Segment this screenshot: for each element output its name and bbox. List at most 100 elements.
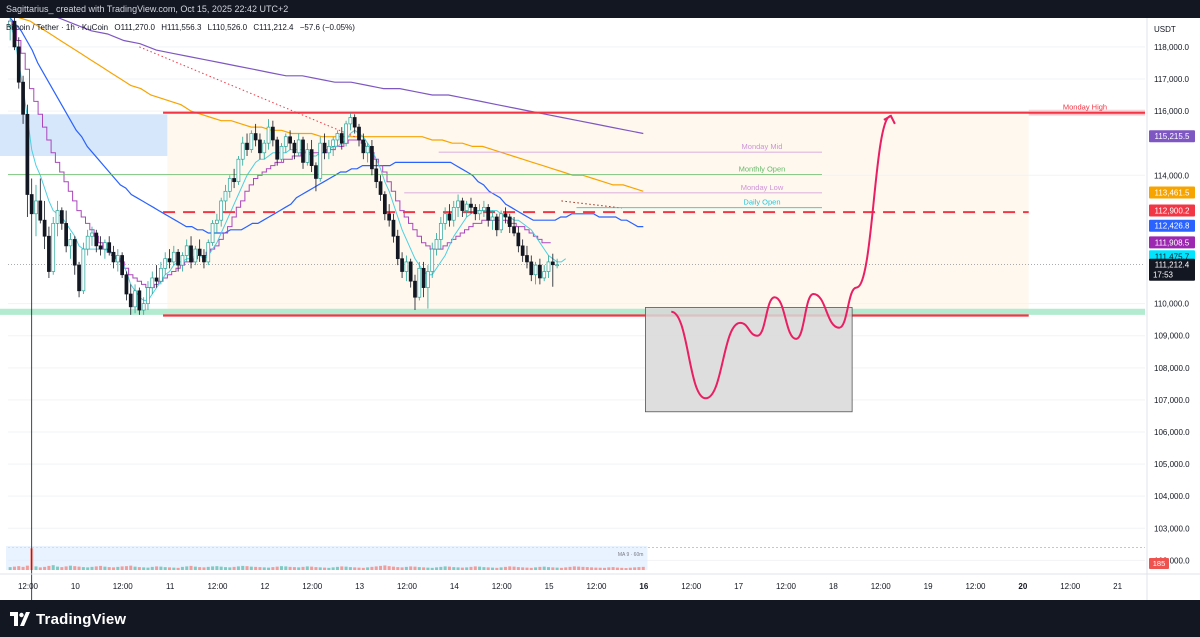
y-tick-label: 108,000.0: [1154, 364, 1190, 373]
volume-bar: [150, 566, 154, 570]
x-tick-label: 12: [260, 582, 269, 591]
volume-bar: [628, 567, 632, 570]
candle-body: [494, 216, 499, 231]
tradingview-icon: [10, 612, 30, 626]
volume-bar: [236, 566, 240, 570]
volume-bar: [361, 567, 365, 570]
candle-body: [206, 242, 211, 263]
volume-bar: [94, 566, 98, 570]
volume-bar: [447, 566, 451, 570]
y-tick-label: 103,000.0: [1154, 524, 1190, 533]
candle-body: [357, 126, 361, 141]
y-tick-label: 117,000.0: [1154, 75, 1190, 84]
level-label: Monday High: [1063, 103, 1107, 112]
candle-body: [395, 235, 400, 260]
candle-body: [387, 213, 392, 221]
price-chart[interactable]: Monday High Monday Mid Monthly Open Monday …: [0, 18, 1200, 600]
candle-body: [193, 248, 198, 263]
volume-bar: [86, 567, 90, 570]
volume-bar: [426, 567, 430, 570]
volume-bar: [439, 566, 443, 570]
candle-body: [542, 271, 547, 279]
candle-body: [443, 213, 447, 224]
candle-body: [236, 158, 241, 183]
volume-bar: [193, 566, 197, 570]
candle-body: [438, 223, 443, 240]
volume-bar: [512, 566, 516, 570]
tradingview-logo[interactable]: TradingView: [10, 609, 126, 629]
x-tick-label: 12:00: [492, 582, 513, 591]
volume-bar: [176, 567, 180, 570]
volume-bar: [637, 567, 641, 570]
candle-body: [146, 287, 150, 304]
candle-body: [550, 261, 555, 266]
volume-bar: [124, 566, 128, 570]
volume-bar: [120, 566, 124, 570]
price-badge: 111,908.5: [1155, 238, 1190, 247]
y-tick-label: 118,000.0: [1154, 43, 1190, 52]
volume-bar: [202, 567, 206, 570]
candle-body: [520, 245, 525, 256]
candle-body: [361, 139, 366, 154]
volume-bar: [43, 566, 47, 570]
volume-bar: [348, 567, 352, 570]
candle-body: [189, 245, 193, 263]
volume-bar: [478, 566, 482, 570]
volume-bar: [107, 567, 111, 570]
candle-body: [154, 277, 159, 282]
candle-body: [301, 139, 305, 163]
candle-body: [107, 242, 112, 253]
volume-bar: [551, 567, 555, 570]
price-badge: 115,215.5: [1155, 132, 1191, 141]
candle-body: [103, 242, 107, 250]
volume-bar: [529, 567, 533, 570]
volume-bar: [206, 566, 210, 570]
candle-body: [223, 190, 228, 202]
volume-bar: [64, 566, 68, 570]
x-tick-label: 12:00: [302, 582, 323, 591]
symbol-name: Bitcoin / Tether · 1h · KuCoin: [6, 23, 108, 32]
candle-body: [426, 271, 430, 288]
volume-bar: [516, 567, 520, 570]
volume-bar: [198, 567, 202, 570]
volume-bar: [508, 566, 512, 570]
volume-layer: MA 9 · 60m: [6, 545, 648, 570]
level-label: Monthly Open: [739, 165, 786, 174]
volume-bar: [301, 566, 305, 570]
candle-body: [258, 139, 262, 154]
candle-body: [322, 142, 327, 154]
volume-bar: [503, 566, 507, 570]
volume-bar: [90, 566, 94, 570]
volume-bar: [602, 567, 607, 570]
candle-body: [55, 210, 60, 224]
volume-bar: [51, 565, 55, 570]
candle-body: [176, 251, 180, 266]
symbol-header: Bitcoin / Tether · 1h · KuCoin O111,270.…: [6, 23, 355, 32]
x-tick-label: 11: [166, 582, 175, 591]
candle-body: [283, 136, 288, 147]
candle-body: [404, 261, 409, 272]
volume-bar: [146, 567, 150, 570]
volume-bar: [590, 567, 594, 570]
volume-bar: [525, 567, 529, 570]
volume-bar: [469, 566, 473, 570]
volume-bar: [534, 567, 538, 570]
volume-bar: [353, 567, 357, 570]
volume-bar: [344, 566, 348, 570]
candle-body: [64, 223, 68, 247]
x-tick-label: 10: [71, 582, 80, 591]
volume-badge: 185: [1153, 559, 1166, 568]
candle-body: [133, 290, 137, 308]
candle-body: [180, 255, 185, 266]
volume-bar: [318, 567, 322, 570]
candle-body: [331, 139, 336, 147]
volume-bar: [180, 566, 184, 570]
x-tick-label: 12:00: [681, 582, 702, 591]
candle-body: [348, 117, 353, 125]
x-tick-label: 12:00: [871, 582, 892, 591]
candle-body: [374, 168, 379, 183]
volume-bar: [279, 566, 283, 570]
volume-bar: [366, 567, 370, 570]
y-tick-label: 109,000.0: [1154, 332, 1190, 341]
volume-bar: [254, 566, 258, 570]
